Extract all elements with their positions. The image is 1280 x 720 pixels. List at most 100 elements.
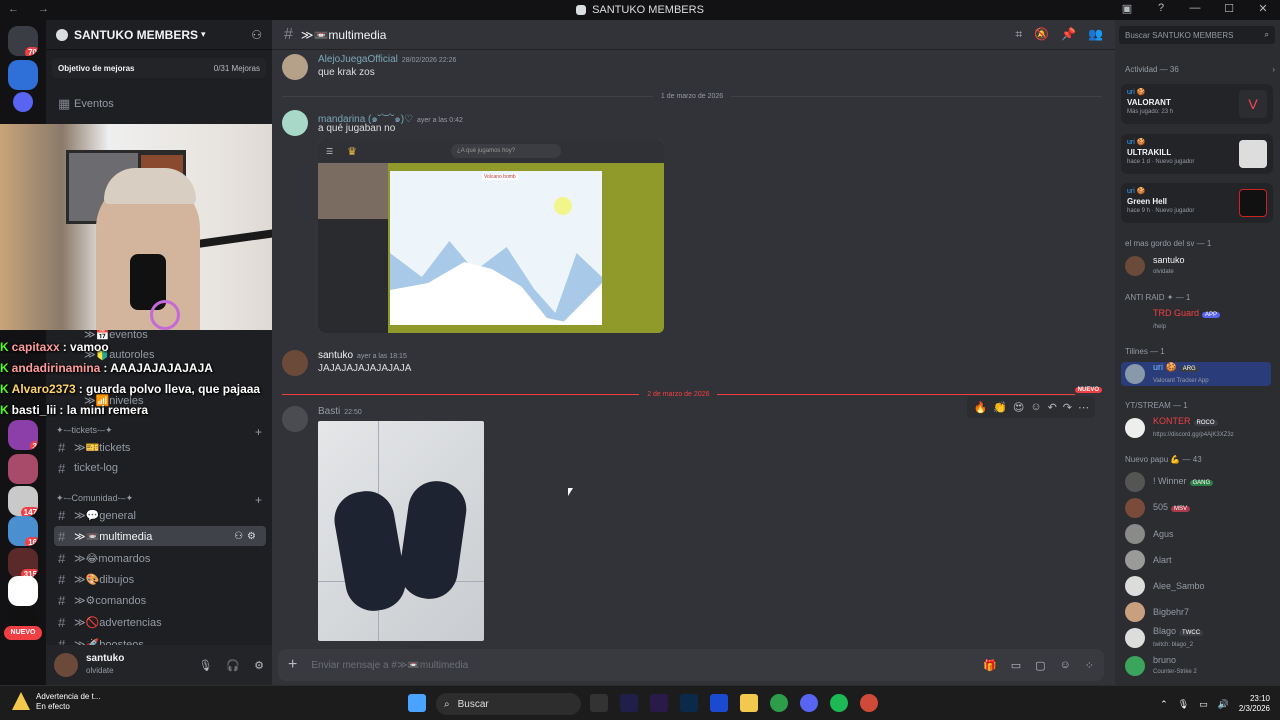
server-icon[interactable]: 3 [8, 420, 38, 450]
server-icon[interactable] [8, 576, 38, 606]
kick-icon: K [0, 381, 9, 396]
channel-settings-icon[interactable]: ⚇⚙ [234, 531, 260, 542]
member-item[interactable]: Agus [1125, 522, 1275, 546]
inbox-icon[interactable]: ▣ [1120, 2, 1134, 15]
close-button[interactable]: ✕ [1256, 2, 1270, 15]
emoji-icon[interactable]: ☺ [1060, 659, 1071, 672]
help-icon[interactable]: ? [1154, 2, 1168, 15]
sticker-icon[interactable]: ▢ [1035, 659, 1045, 672]
boost-goal[interactable]: Objetivo de mejoras 0/31 Mejoras [52, 58, 266, 78]
taskbar-search[interactable]: ⌕ Buscar [436, 693, 581, 715]
image-attachment[interactable] [318, 421, 484, 641]
member-item[interactable]: Blago TWCC twitch: blago_2 [1125, 626, 1275, 650]
gear-icon[interactable]: ⚙ [254, 659, 264, 672]
member-item[interactable]: santuko olvidate [1125, 254, 1275, 278]
member-item[interactable]: Bigbehr7 [1125, 600, 1275, 624]
avatar[interactable] [282, 54, 308, 80]
network-icon[interactable]: ▭ [1199, 699, 1208, 710]
channel-multimedia[interactable]: # ≫📼multimedia ⚇⚙ [54, 526, 266, 546]
member-item[interactable]: Alee_Sambo [1125, 574, 1275, 598]
taskbar: Advertencia de t... En efecto ⌕ Buscar ⌃ 🎙… [0, 685, 1280, 720]
avatar[interactable] [282, 406, 308, 432]
reply-icon[interactable]: ↶ [1048, 401, 1057, 414]
threads-icon[interactable]: ⌗ [1015, 27, 1022, 42]
avatar[interactable] [54, 653, 78, 677]
channel-comandos[interactable]: # ≫⚙comandos [54, 590, 266, 610]
channel-general[interactable]: # ≫💬general [54, 505, 266, 525]
clock[interactable]: 23:10 2/3/2026 [1239, 694, 1270, 714]
add-reaction-icon[interactable]: ☺ [1030, 401, 1041, 413]
windows-start-icon[interactable] [408, 694, 426, 712]
activity-card[interactable]: uri 🍪 ULTRAKILL hace 1 d · Nuevo jugador [1121, 134, 1273, 174]
server-icon[interactable] [13, 92, 33, 112]
title-bar: ← → SANTUKO MEMBERS ▣ ? — ☐ ✕ [0, 0, 1280, 20]
forward-icon[interactable]: ↷ [1063, 401, 1072, 414]
date-separator: 1 de marzo de 2026 [282, 91, 1103, 101]
member-item[interactable]: ! Winner GANG [1125, 470, 1275, 494]
channel-events[interactable]: ▦ Eventos [54, 94, 266, 114]
activity-card[interactable]: uri 🍪 Green Hell hace 9 h · Nuevo jugado… [1121, 183, 1273, 223]
microphone-icon[interactable]: 🎙 [198, 659, 212, 672]
activity-card[interactable]: uri 🍪 VALORANT Más jugado: 23 h V [1121, 84, 1273, 124]
mic-icon[interactable]: 🎙 [1178, 699, 1189, 710]
file-explorer-icon[interactable] [740, 694, 758, 712]
member-item[interactable]: KONTER ROCO https://discord.gg/p4AjK3XZ3z [1125, 416, 1275, 440]
gif-icon[interactable]: ▭ [1011, 659, 1021, 672]
members-icon[interactable]: 👥 [1088, 27, 1103, 42]
discord-icon[interactable] [800, 694, 818, 712]
channel-advertencias[interactable]: # ≫🚫advertencias [54, 612, 266, 632]
photoshop-icon[interactable] [680, 694, 698, 712]
chrome-icon[interactable] [770, 694, 788, 712]
member-item[interactable]: Alart [1125, 548, 1275, 572]
spotify-icon[interactable] [830, 694, 848, 712]
avatar [1125, 256, 1145, 276]
minimize-button[interactable]: — [1188, 2, 1202, 15]
search-input[interactable]: Buscar SANTUKO MEMBERS ⌕ [1119, 26, 1275, 44]
server-icon[interactable] [8, 454, 38, 484]
headphones-icon[interactable]: 🎧 [226, 659, 240, 672]
direct-messages-button[interactable]: 70 [8, 26, 38, 56]
chevron-right-icon[interactable]: › [1272, 65, 1275, 74]
avatar[interactable] [282, 350, 308, 376]
reaction-clap-icon[interactable]: 👏 [993, 401, 1007, 414]
more-icon[interactable]: ⋯ [1078, 401, 1089, 414]
vegas-icon[interactable] [710, 694, 728, 712]
member-item[interactable]: 505 MSV [1125, 496, 1275, 520]
server-icon[interactable]: 315 [8, 548, 38, 578]
after-effects-icon[interactable] [620, 694, 638, 712]
kick-icon: K [0, 360, 9, 375]
apps-icon[interactable]: ⁘ [1085, 659, 1094, 672]
taskbar-notification[interactable]: Advertencia de t... En efecto [12, 692, 100, 712]
server-icon[interactable] [8, 60, 38, 90]
channel-dibujos[interactable]: # ≫🎨dibujos [54, 569, 266, 589]
member-item[interactable]: bruno Counter-Strike 2 [1125, 654, 1275, 678]
notifications-icon[interactable]: 🔕 [1034, 27, 1049, 42]
reaction-fire-icon[interactable]: 🔥 [973, 401, 987, 414]
history-nav[interactable]: ← → [8, 3, 57, 15]
premiere-icon[interactable] [650, 694, 668, 712]
server-icon[interactable]: 16 [8, 516, 38, 546]
avatar [1125, 524, 1145, 544]
channel-ticket-log[interactable]: # ticket-log [54, 458, 266, 478]
pin-icon[interactable]: 📌 [1061, 27, 1076, 42]
user-info[interactable]: santuko olvidate [86, 653, 124, 677]
channel-momardos[interactable]: # ≫😂momardos [54, 548, 266, 568]
gift-icon[interactable]: 🎁 [983, 659, 997, 672]
maximize-button[interactable]: ☐ [1222, 2, 1236, 15]
avatar[interactable] [282, 110, 308, 136]
reaction-heart-eyes-icon[interactable]: 😍 [1013, 401, 1024, 414]
invite-icon[interactable]: ⚇ [251, 28, 262, 42]
chrome-icon[interactable] [860, 694, 878, 712]
chevron-up-icon[interactable]: ⌃ [1160, 699, 1168, 710]
app-icon[interactable] [590, 694, 608, 712]
member-item[interactable]: uri 🍪 ARG Valorant Tracker App [1121, 362, 1271, 386]
channel-tickets[interactable]: # ≫🎫tickets [54, 437, 266, 457]
server-icon[interactable]: 147 [8, 486, 38, 516]
add-attachment-icon[interactable]: + [288, 656, 297, 674]
image-attachment[interactable]: ☰ ♛ ¿A qué jugamos hoy? Volcano bomb [318, 139, 664, 333]
server-header[interactable]: SANTUKO MEMBERS ▾ ⚇ [46, 20, 272, 50]
message-composer[interactable]: + Enviar mensaje a #≫📼multimedia 🎁 ▭ ▢ ☺… [278, 649, 1104, 681]
volume-icon[interactable]: 🔊 [1218, 699, 1229, 710]
message-actions: 🔥 👏 😍 ☺ ↶ ↷ ⋯ [967, 396, 1095, 418]
member-item[interactable]: TRD Guard APP/help [1125, 308, 1275, 332]
